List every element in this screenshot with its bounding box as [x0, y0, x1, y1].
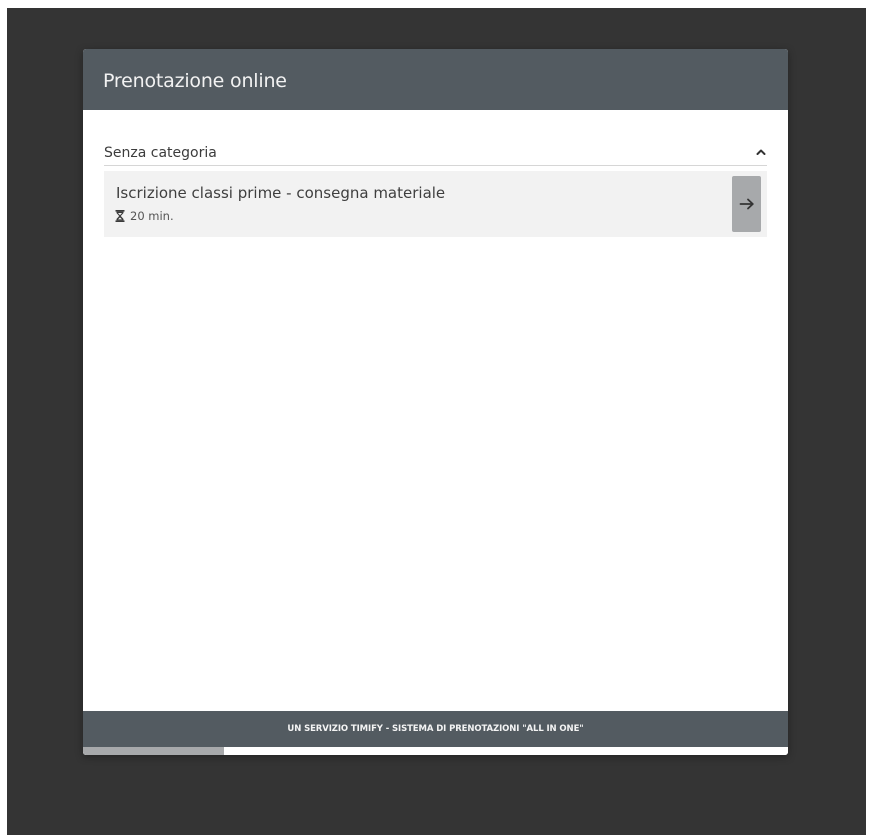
select-service-button[interactable]	[732, 176, 761, 232]
widget-header: Prenotazione online	[83, 49, 788, 110]
widget-footer: UN SERVIZIO TIMIFY - SISTEMA DI PRENOTAZ…	[83, 711, 788, 747]
widget-title: Prenotazione online	[103, 70, 287, 92]
progress-bar	[83, 747, 788, 755]
duration-text: 20 min.	[130, 209, 174, 223]
service-name: Iscrizione classi prime - consegna mater…	[116, 184, 446, 202]
progress-fill	[83, 747, 224, 755]
arrow-right-icon	[739, 198, 754, 210]
hourglass-icon	[115, 210, 125, 222]
category-label: Senza categoria	[104, 145, 217, 161]
booking-widget: Prenotazione online Senza categoria Iscr…	[83, 49, 788, 755]
service-duration: 20 min.	[115, 208, 174, 224]
chevron-up-icon[interactable]	[755, 145, 767, 159]
footer-text: UN SERVIZIO TIMIFY - SISTEMA DI PRENOTAZ…	[287, 724, 584, 734]
category-header-senza-categoria[interactable]: Senza categoria	[104, 141, 767, 166]
service-item[interactable]: Iscrizione classi prime - consegna mater…	[104, 171, 767, 237]
